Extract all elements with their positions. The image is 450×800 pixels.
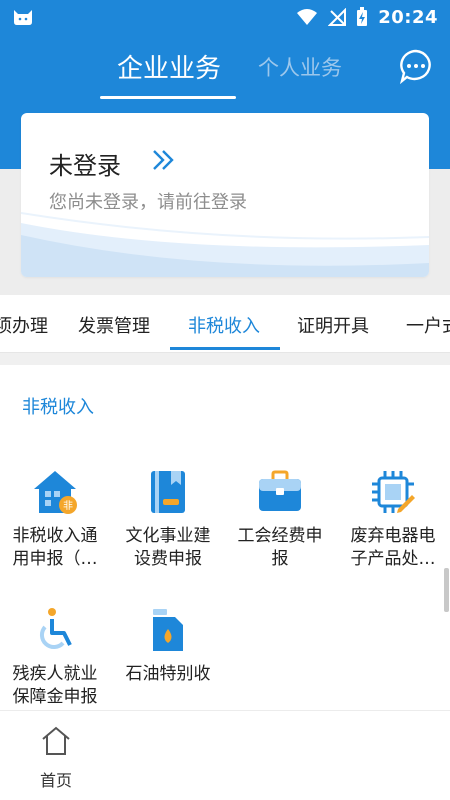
service-item[interactable]: 工会经费申报 xyxy=(225,469,335,571)
section-title: 非税收入 xyxy=(22,397,94,418)
service-label: 文化事业建设费申报 xyxy=(125,526,211,569)
category-tabs: 项办理 发票管理 非税收入 证明开具 一户式 xyxy=(0,295,450,353)
status-time: 20:24 xyxy=(378,6,438,28)
service-label: 非税收入通用申报（… xyxy=(12,526,98,569)
service-item[interactable]: 石油特别收 xyxy=(113,607,223,686)
tab-matter-handling[interactable]: 项办理 xyxy=(0,312,48,338)
tab-non-tax[interactable]: 非税收入 xyxy=(188,312,260,338)
briefcase-icon xyxy=(259,470,301,511)
tab-personal[interactable]: 个人业务 xyxy=(258,52,342,82)
login-title: 未登录 xyxy=(49,152,121,180)
tab-invoice[interactable]: 发票管理 xyxy=(78,312,150,338)
book-icon xyxy=(151,471,185,513)
wifi-icon xyxy=(297,9,318,25)
nav-home-label: 首页 xyxy=(39,771,72,790)
tab-enterprise-indicator xyxy=(100,96,236,99)
service-item[interactable]: 废弃电器电子产品处… xyxy=(338,469,448,571)
tab-one-household[interactable]: 一户式 xyxy=(406,312,450,338)
house-tax-icon: 非 xyxy=(34,471,77,514)
login-card[interactable]: 未登录 您尚未登录，请前往登录 xyxy=(21,113,429,277)
service-item[interactable]: 非 非税收入通用申报（… xyxy=(0,469,110,571)
service-label: 石油特别收 xyxy=(125,664,211,684)
wheelchair-icon xyxy=(39,608,72,650)
bottom-nav: 首页 xyxy=(0,710,450,800)
tab-enterprise[interactable]: 企业业务 xyxy=(102,48,236,85)
content-panel: 非税收入 非 非税收入通用申报（… 文化事业建设费申报 工会经费申报 废弃电器电… xyxy=(0,365,450,710)
no-signal-icon xyxy=(328,8,347,26)
service-label: 残疾人就业保障金申报 xyxy=(12,664,98,707)
tab-active-indicator xyxy=(170,347,280,350)
app-cat-icon xyxy=(14,10,32,25)
home-icon xyxy=(42,726,70,755)
status-bar: 20:24 xyxy=(0,0,450,34)
oil-can-icon xyxy=(153,609,183,651)
card-wave-decoration xyxy=(21,212,429,277)
top-tabs: 企业业务 个人业务 xyxy=(0,34,450,100)
nav-home[interactable]: 首页 xyxy=(16,725,96,791)
service-label: 废弃电器电子产品处… xyxy=(350,526,436,569)
chip-icon xyxy=(372,471,415,513)
message-icon[interactable] xyxy=(398,48,434,84)
svg-text:非: 非 xyxy=(63,500,73,512)
service-label: 工会经费申报 xyxy=(237,526,323,569)
service-item[interactable]: 残疾人就业保障金申报 xyxy=(0,607,110,709)
double-chevron-right-icon xyxy=(153,150,174,170)
service-item[interactable]: 文化事业建设费申报 xyxy=(113,469,223,571)
tab-certificate[interactable]: 证明开具 xyxy=(297,312,369,338)
battery-charging-icon xyxy=(357,7,368,26)
scrollbar[interactable] xyxy=(444,568,449,612)
